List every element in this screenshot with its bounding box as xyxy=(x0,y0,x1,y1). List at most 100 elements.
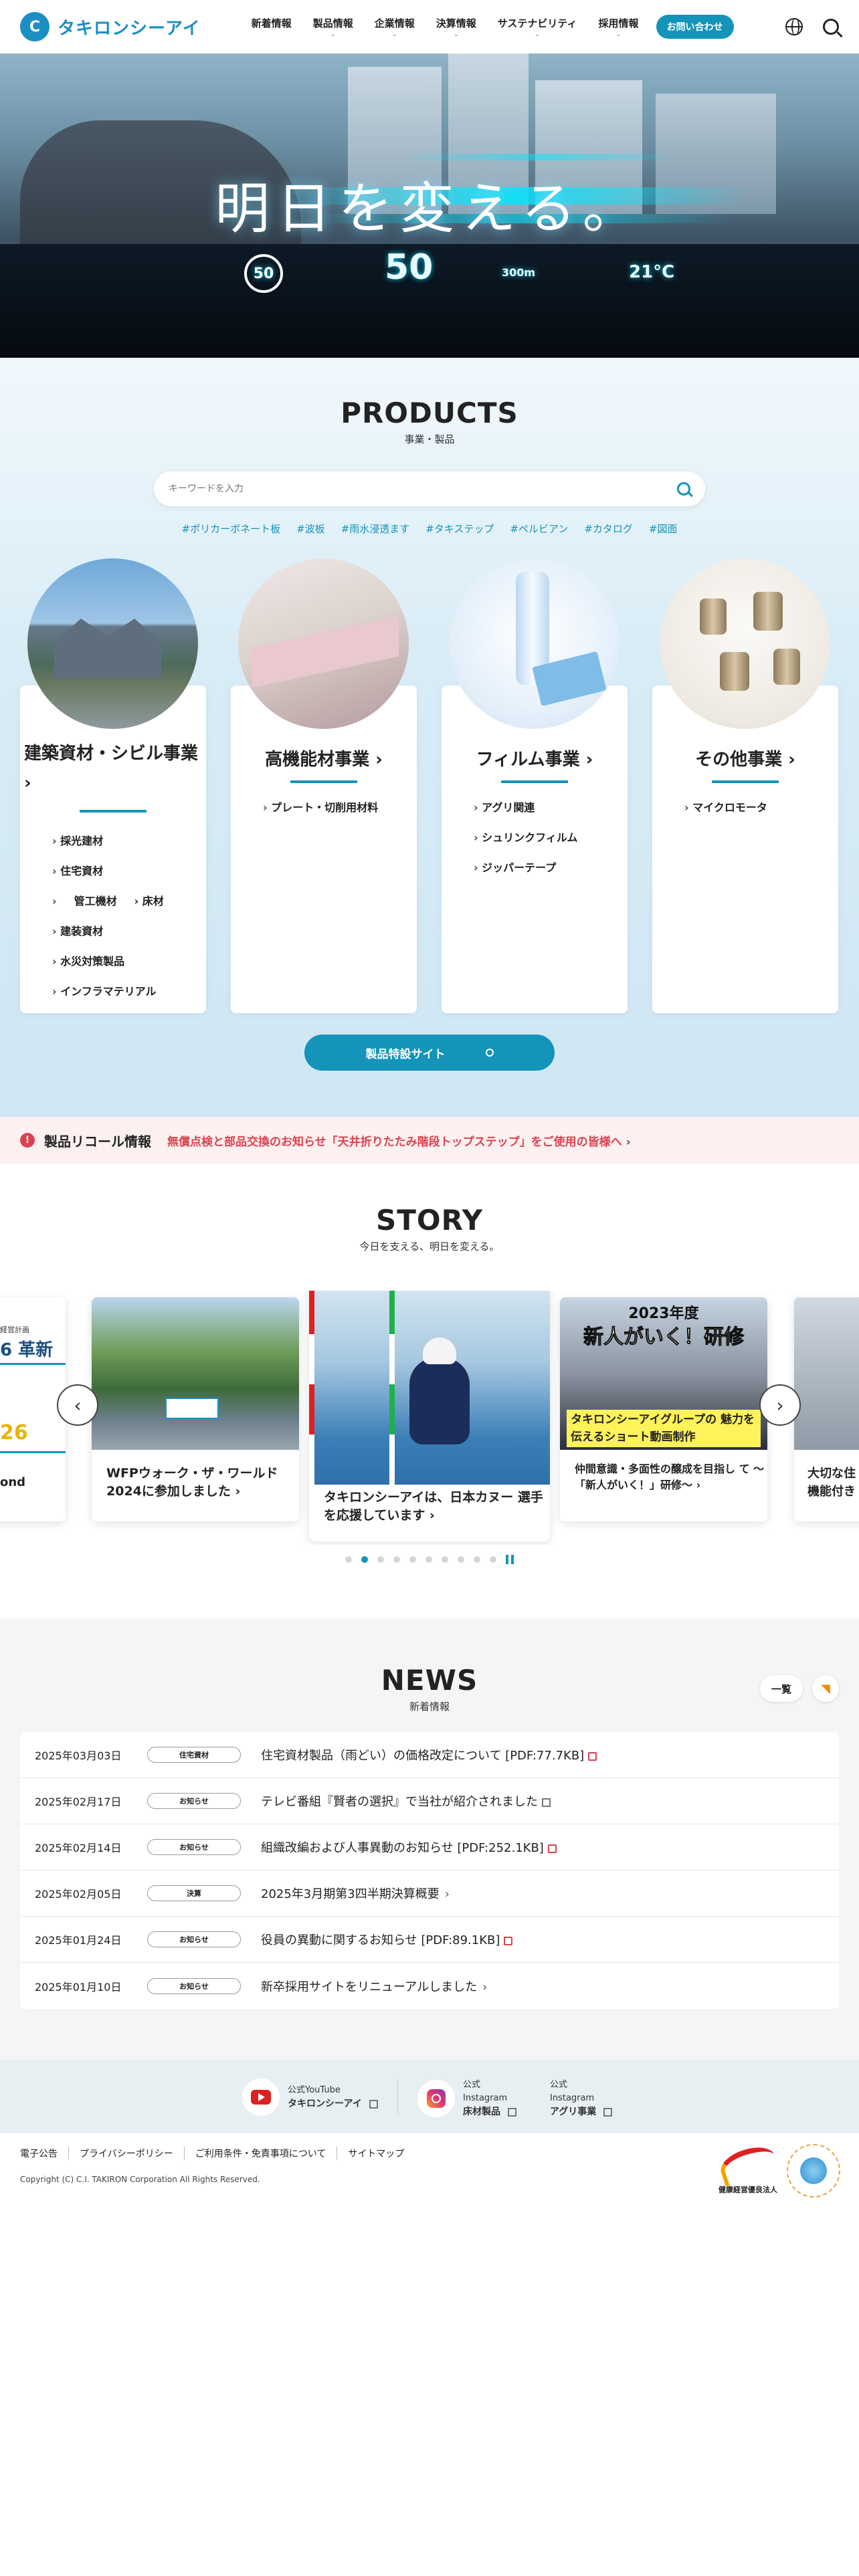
card-item[interactable]: 住宅資材 xyxy=(52,856,164,886)
contact-button[interactable]: お問い合わせ xyxy=(656,15,734,39)
social-label: 公式YouTube タキロンシーアイ xyxy=(288,2084,378,2111)
globe-icon[interactable] xyxy=(785,18,803,35)
nav-item-recruit[interactable]: 採用情報 ⌄ xyxy=(588,16,650,38)
tag-link[interactable]: #波板 xyxy=(296,522,325,536)
carousel-dot[interactable] xyxy=(409,1556,416,1563)
card-item[interactable]: アグリ関連 xyxy=(474,792,578,823)
carousel-prev-button[interactable]: ‹ xyxy=(57,1384,98,1426)
nav-item-products[interactable]: 製品情報 ⌄ xyxy=(302,16,364,38)
news-list-button[interactable]: 一覧 xyxy=(760,1675,803,1702)
news-item[interactable]: 2025年02月14日 お知らせ 組織改編および人事異動のお知らせ [PDF:2… xyxy=(20,1824,839,1870)
tag-link[interactable]: #カタログ xyxy=(584,522,633,536)
carousel-dot[interactable] xyxy=(393,1556,400,1563)
keyword-tags: #ポリカーボネート板 #波板 #雨水浸透ます #タキステップ #ペルビアン #カ… xyxy=(0,522,859,536)
footer-link[interactable]: ご利用条件・免責事項について xyxy=(183,2147,337,2160)
product-search-input[interactable] xyxy=(169,484,677,494)
footer-link[interactable]: 電子公告 xyxy=(20,2147,68,2160)
carousel-dot-active[interactable] xyxy=(361,1556,368,1563)
card-item[interactable]: マイクロモータ xyxy=(684,792,767,823)
card-item[interactable]: 建装資材 xyxy=(52,916,164,946)
news-title[interactable]: 組織改編および人事異動のお知らせ [PDF:252.1KB] xyxy=(261,1838,557,1856)
nav-label: サステナビリティ xyxy=(497,17,577,29)
product-site-button[interactable]: 製品特設サイト xyxy=(304,1035,555,1071)
story-card-partial[interactable]: 経営計画 6 革新 26 ond xyxy=(0,1297,66,1521)
card-title[interactable]: その他事業 › xyxy=(652,746,838,770)
external-link-icon xyxy=(507,2107,516,2117)
carousel-dot[interactable] xyxy=(442,1556,448,1563)
tag-link[interactable]: #雨水浸透ます xyxy=(341,522,410,536)
partial-num: 26 xyxy=(0,1421,28,1444)
carousel-next-button[interactable]: › xyxy=(759,1384,801,1426)
news-title[interactable]: 2025年3月期第3四半期決算概要 › xyxy=(261,1885,450,1902)
story-carousel: 経営計画 6 革新 26 ond WFPウォーク・ザ・ワールド 2024に参加し… xyxy=(0,1291,859,1545)
story-card-newcomer[interactable]: 2023年度 新人がいく！研修 タキロンシーアイグループの 魅力を伝えるショート… xyxy=(560,1297,767,1521)
card-title[interactable]: 高機能材事業 › xyxy=(231,746,417,770)
social-instagram-agri[interactable]: 公式 Instagram アグリ事業 xyxy=(550,2078,613,2119)
news-title[interactable]: 住宅資材製品（雨どい）の価格改定について [PDF:77.7KB] xyxy=(261,1746,597,1763)
social-instagram-floor[interactable]: 公式 Instagram 床材製品 xyxy=(417,2078,516,2119)
news-item[interactable]: 2025年02月05日 決算 2025年3月期第3四半期決算概要 › xyxy=(20,1870,839,1917)
footer-link[interactable]: サイトマップ xyxy=(337,2147,415,2160)
tag-link[interactable]: #ポリカーボネート板 xyxy=(182,522,281,536)
social-youtube[interactable]: 公式YouTube タキロンシーアイ xyxy=(242,2078,378,2116)
nav-label: 採用情報 xyxy=(598,17,639,29)
tag-link[interactable]: #タキステップ xyxy=(425,522,494,536)
recall-link[interactable]: 無償点検と部品交換のお知らせ「天井折りたたみ階段トップステップ」をご使用の皆様へ… xyxy=(167,1132,631,1149)
card-title[interactable]: フィルム事業 › xyxy=(442,746,628,770)
nav-item-ir[interactable]: 決算情報 ⌄ xyxy=(425,16,487,38)
card-item[interactable]: 水災対策製品 xyxy=(52,946,164,976)
news-item[interactable]: 2025年03月03日 住宅資材 住宅資材製品（雨どい）の価格改定について [P… xyxy=(20,1732,839,1778)
card-item[interactable]: シュリンクフィルム xyxy=(474,823,577,853)
business-card-construction[interactable]: 建築資材・シビル事業 › 採光建材 住宅資材 管工機材 › 床材 建装資材 水災… xyxy=(20,685,206,1013)
carousel-dot[interactable] xyxy=(345,1556,352,1563)
search-icon[interactable] xyxy=(823,19,839,35)
social-label-account: 床材製品 xyxy=(463,2107,500,2117)
copyright: Copyright (C) C.I. TAKIRON Corporation A… xyxy=(20,2175,260,2184)
card-item[interactable]: › 床材 xyxy=(134,886,164,916)
card-title[interactable]: 建築資材・シビル事業 › xyxy=(20,739,206,798)
story-card-wfp[interactable]: WFPウォーク・ザ・ワールド 2024に参加しました › xyxy=(92,1297,299,1521)
nav-item-news[interactable]: 新着情報 xyxy=(241,16,302,38)
site-logo[interactable]: C タキロンシーアイ xyxy=(20,12,201,41)
carousel-dot[interactable] xyxy=(474,1556,480,1563)
card-item[interactable]: インフラマテリアル xyxy=(52,976,164,1006)
card-item[interactable]: ジッパーテープ xyxy=(474,853,578,883)
footer-link[interactable]: プライバシーポリシー xyxy=(68,2147,184,2160)
business-card-advanced-materials[interactable]: 高機能材事業 › プレート・切削用材料 xyxy=(231,685,417,1013)
pause-icon[interactable] xyxy=(506,1555,514,1564)
tag-link[interactable]: #ペルビアン xyxy=(510,522,568,536)
banner-shape xyxy=(165,1398,219,1419)
social-links: 公式YouTube タキロンシーアイ 公式 Instagram 床材製品 公式 Inst… xyxy=(0,2060,859,2133)
news-title[interactable]: 新卒採用サイトをリニューアルしました › xyxy=(261,1977,487,1995)
recall-banner[interactable]: ! 製品リコール情報 無償点検と部品交換のお知らせ「天井折りたたみ階段トップステ… xyxy=(0,1117,859,1164)
carousel-dot[interactable] xyxy=(490,1556,496,1563)
story-card-partial[interactable]: 大切な住 機能付き xyxy=(794,1297,859,1521)
card-item[interactable]: 管工機材 xyxy=(74,886,117,916)
story-card-canoe[interactable]: タキロンシーアイは、日本カヌー 選手を応援しています › xyxy=(309,1291,550,1541)
news-item[interactable]: 2025年01月10日 お知らせ 新卒採用サイトをリニューアルしました › xyxy=(20,1963,839,2009)
business-card-other[interactable]: その他事業 › マイクロモータ xyxy=(652,685,838,1013)
rss-icon[interactable]: ◥ xyxy=(812,1675,839,1702)
news-title[interactable]: 役員の異動に関するお知らせ [PDF:89.1KB] xyxy=(261,1931,513,1948)
nav-item-company[interactable]: 企業情報 ⌄ xyxy=(364,16,425,38)
card-image-houses xyxy=(27,558,198,729)
news-item[interactable]: 2025年02月17日 お知らせ テレビ番組『賢者の選択』で当社が紹介されました xyxy=(20,1778,839,1824)
search-icon[interactable] xyxy=(677,482,690,496)
pole-shape xyxy=(309,1291,314,1485)
story-caption-text: WFPウォーク・ザ・ワールド 2024に参加しました xyxy=(106,1466,278,1499)
business-card-film[interactable]: フィルム事業 › アグリ関連 シュリンクフィルム ジッパーテープ xyxy=(442,685,628,1013)
card-item[interactable]: 採光建材 xyxy=(52,826,164,856)
tag-link[interactable]: #図面 xyxy=(649,522,678,536)
news-title[interactable]: テレビ番組『賢者の選択』で当社が紹介されました xyxy=(261,1792,551,1810)
carousel-dot[interactable] xyxy=(377,1556,384,1563)
hero-light-streak xyxy=(400,154,684,160)
carousel-dot[interactable] xyxy=(425,1556,432,1563)
section-subtitle: 新着情報 xyxy=(409,1701,450,1713)
news-item[interactable]: 2025年01月24日 お知らせ 役員の異動に関するお知らせ [PDF:89.1… xyxy=(20,1917,839,1963)
news-heading: NEWS 新着情報 xyxy=(0,1664,859,1713)
carousel-dot[interactable] xyxy=(458,1556,464,1563)
card-title-text: 高機能材事業 xyxy=(265,750,370,770)
pdf-icon xyxy=(504,1936,513,1945)
card-item[interactable]: プレート・切削用材料 xyxy=(263,792,378,823)
nav-item-sustainability[interactable]: サステナビリティ ⌄ xyxy=(487,16,588,38)
